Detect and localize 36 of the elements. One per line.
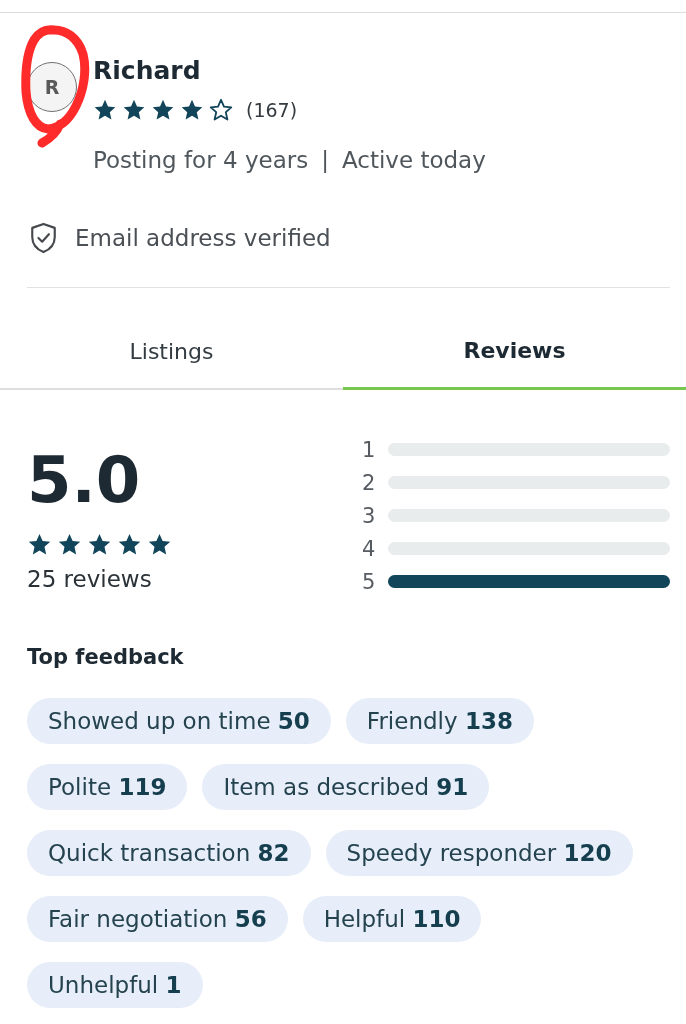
user-name: Richard [93, 56, 202, 86]
star-icon [93, 98, 117, 122]
star-icon [147, 532, 172, 557]
profile-tab[interactable]: Listings [0, 314, 343, 390]
posting-duration: Posting for 4 years [93, 146, 309, 174]
rating-count: (167) [246, 98, 298, 122]
activity-status: Active today [341, 146, 486, 174]
star-icon [87, 532, 112, 557]
separator-text: | [321, 146, 329, 174]
star-icon [27, 532, 52, 557]
review-count: 25 reviews [27, 565, 153, 593]
feedback-tag: Fair negotiation 56 [27, 896, 288, 942]
average-score: 5.0 [27, 448, 142, 512]
star-level-label: 3 [361, 503, 377, 528]
star-level-label: 4 [361, 536, 377, 561]
verification-status: Email address verified [75, 224, 331, 252]
shield-check-icon [30, 222, 57, 254]
feedback-tag: Helpful 110 [302, 896, 482, 942]
feedback-tag: Friendly 138 [345, 698, 534, 744]
feedback-tag: Polite 119 [27, 764, 188, 810]
feedback-tag: Speedy responder 120 [325, 830, 633, 876]
profile-tab[interactable]: Reviews [343, 314, 686, 390]
star-icon [122, 98, 146, 122]
star-level-label: 1 [361, 437, 377, 462]
feedback-tag: Showed up on time 50 [27, 698, 331, 744]
section-heading: Top feedback [27, 644, 185, 670]
feedback-tag: Unhelpful 1 [27, 962, 203, 1008]
feedback-tag: Item as described 91 [202, 764, 490, 810]
star-outline-icon [209, 98, 233, 122]
star-level-label: 2 [361, 470, 377, 495]
star-icon [57, 532, 82, 557]
star-icon [180, 98, 204, 122]
feedback-tag: Quick transaction 82 [27, 830, 311, 876]
star-level-label: 5 [361, 569, 377, 594]
star-icon [151, 98, 175, 122]
star-icon [117, 532, 142, 557]
